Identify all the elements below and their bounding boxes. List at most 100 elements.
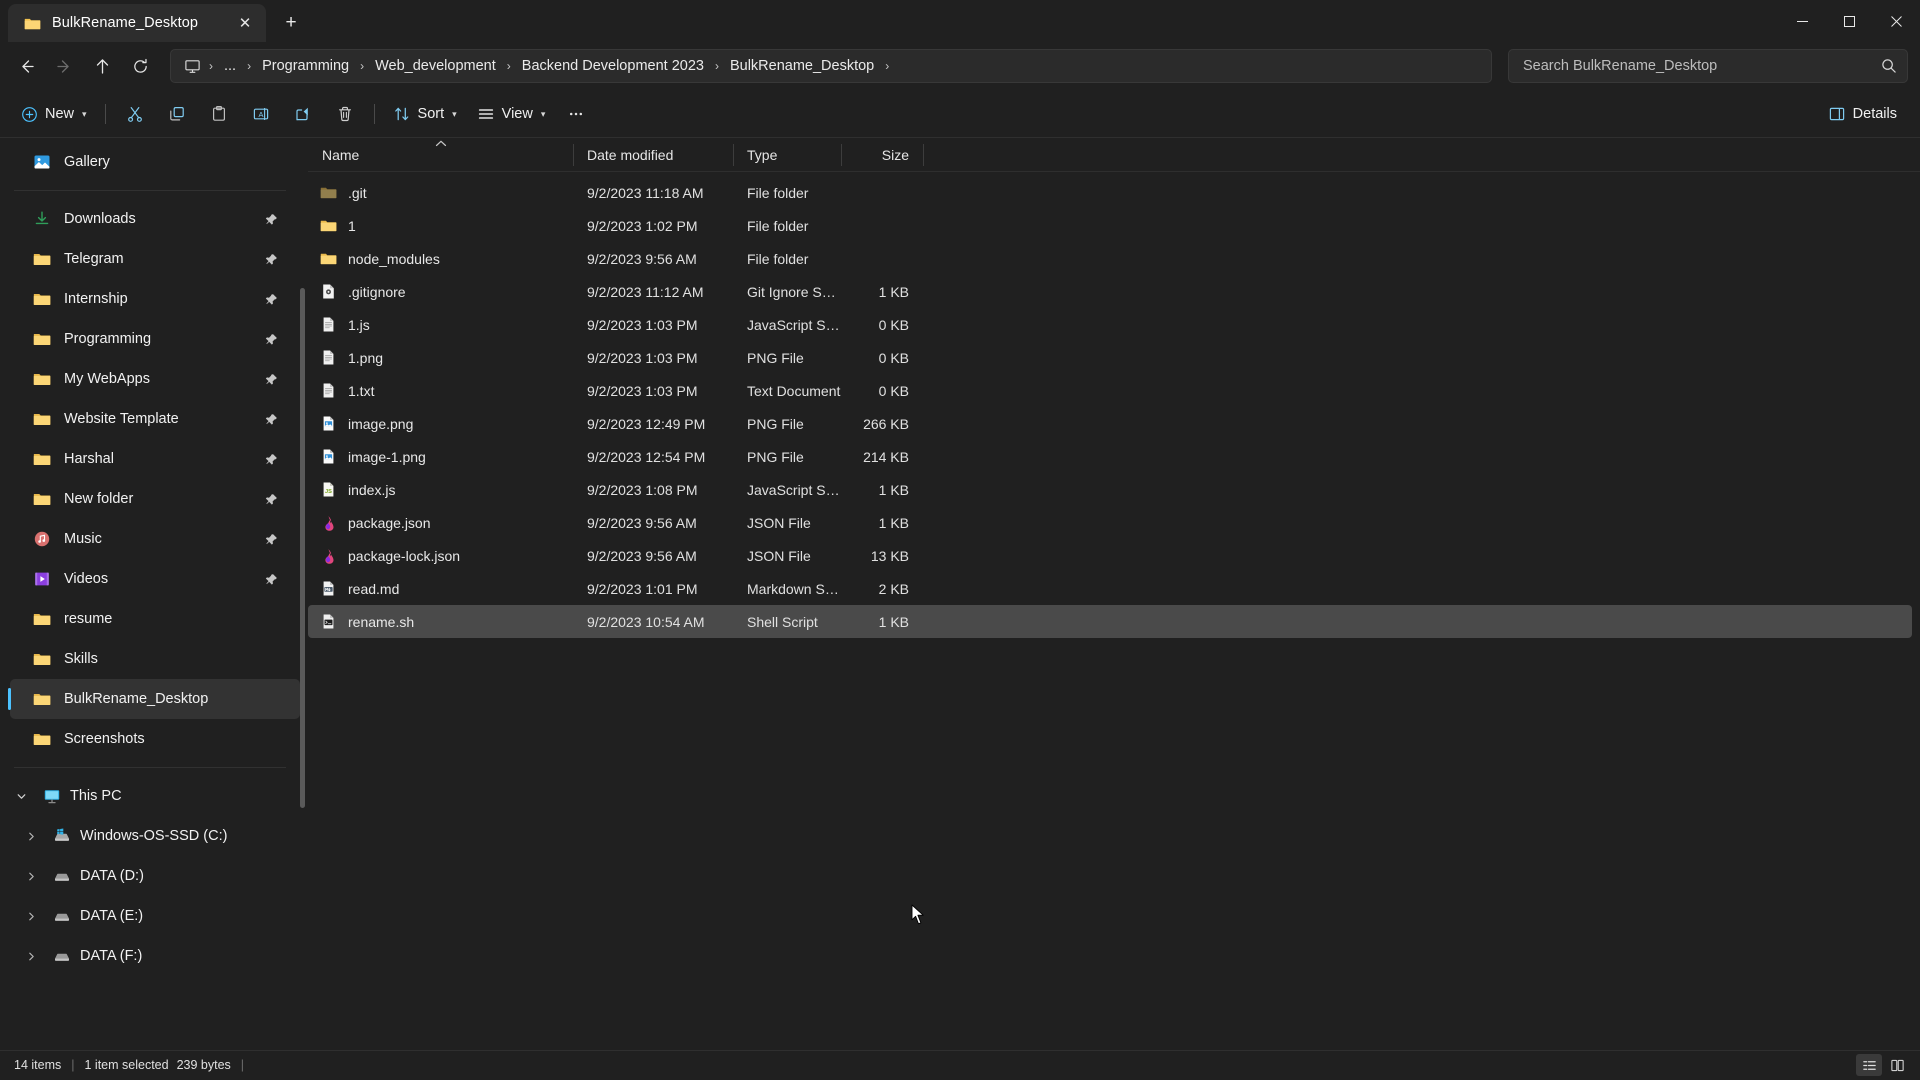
sidebar-item-internship[interactable]: Internship — [10, 279, 300, 319]
sidebar-item-this-pc[interactable]: This PC — [10, 776, 300, 816]
back-button[interactable] — [8, 49, 44, 83]
column-header-size[interactable]: Size — [841, 138, 923, 172]
pin-icon[interactable] — [265, 573, 278, 586]
sidebar-item-music[interactable]: Music — [10, 519, 300, 559]
table-row[interactable]: .gitignore 9/2/2023 11:12 AM Git Ignore … — [308, 275, 1912, 308]
column-header-extra[interactable] — [923, 138, 937, 172]
sort-button[interactable]: Sort ▾ — [384, 97, 466, 131]
table-row[interactable]: rename.sh 9/2/2023 10:54 AM Shell Script… — [308, 605, 1912, 638]
png-icon — [320, 448, 337, 465]
maximize-button[interactable] — [1826, 0, 1873, 42]
breadcrumb-item-web-development[interactable]: Web_development — [368, 54, 503, 78]
table-row[interactable]: .git 9/2/2023 11:18 AM File folder — [308, 176, 1912, 209]
refresh-button[interactable] — [122, 49, 158, 83]
sidebar-item-screenshots[interactable]: Screenshots — [10, 719, 300, 759]
sidebar-item-harshal[interactable]: Harshal — [10, 439, 300, 479]
close-icon[interactable]: ✕ — [232, 10, 258, 36]
file-type-cell: Markdown Source ... — [733, 581, 841, 597]
chevron-down-icon: ▾ — [82, 109, 87, 120]
rename-button[interactable]: A — [241, 97, 281, 131]
table-row[interactable]: 1.png 9/2/2023 1:03 PM PNG File 0 KB — [308, 341, 1912, 374]
sidebar-item-downloads[interactable]: Downloads — [10, 199, 300, 239]
table-row[interactable]: 1 9/2/2023 1:02 PM File folder — [308, 209, 1912, 242]
sidebar-item-label: Music — [64, 531, 102, 547]
pin-icon[interactable] — [265, 533, 278, 546]
see-more-button[interactable] — [556, 97, 596, 131]
share-button[interactable] — [283, 97, 323, 131]
file-date-cell: 9/2/2023 1:03 PM — [573, 383, 733, 399]
table-row[interactable]: package-lock.json 9/2/2023 9:56 AM JSON … — [308, 539, 1912, 572]
sidebar-item-data-d[interactable]: DATA (D:) — [10, 856, 300, 896]
chevron-right-icon[interactable] — [20, 831, 42, 842]
sidebar-item-data-f[interactable]: DATA (F:) — [10, 936, 300, 976]
chevron-down-icon[interactable] — [10, 791, 32, 802]
sidebar-item-gallery[interactable]: Gallery — [10, 142, 300, 182]
file-size-cell: 1 KB — [841, 614, 923, 630]
column-header-type[interactable]: Type — [733, 138, 841, 172]
table-row[interactable]: image.png 9/2/2023 12:49 PM PNG File 266… — [308, 407, 1912, 440]
breadcrumb-item-programming[interactable]: Programming — [255, 54, 356, 78]
sidebar-item-videos[interactable]: Videos — [10, 559, 300, 599]
sidebar-item-windows-os-ssd-c[interactable]: Windows-OS-SSD (C:) — [10, 816, 300, 856]
pin-icon[interactable] — [265, 253, 278, 266]
minimize-button[interactable] — [1779, 0, 1826, 42]
this-pc-icon[interactable] — [179, 58, 205, 75]
this-pc-icon — [42, 786, 62, 806]
tab-bulkrename-desktop[interactable]: BulkRename_Desktop ✕ — [8, 4, 266, 42]
column-header-name[interactable]: Name — [308, 138, 573, 172]
file-size-cell: 1 KB — [841, 482, 923, 498]
pin-icon[interactable] — [265, 213, 278, 226]
pin-icon[interactable] — [265, 373, 278, 386]
view-button[interactable]: View ▾ — [468, 97, 555, 131]
search-box[interactable] — [1508, 49, 1908, 83]
sidebar-item-bulkrename-desktop[interactable]: BulkRename_Desktop — [10, 679, 300, 719]
sidebar-item-telegram[interactable]: Telegram — [10, 239, 300, 279]
table-row[interactable]: node_modules 9/2/2023 9:56 AM File folde… — [308, 242, 1912, 275]
divider — [105, 104, 106, 124]
forward-button[interactable] — [46, 49, 82, 83]
pin-icon[interactable] — [265, 293, 278, 306]
cut-button[interactable] — [115, 97, 155, 131]
close-button[interactable] — [1873, 0, 1920, 42]
pin-icon[interactable] — [265, 413, 278, 426]
table-row[interactable]: 1.js 9/2/2023 1:03 PM JavaScript Source … — [308, 308, 1912, 341]
pin-icon[interactable] — [265, 453, 278, 466]
copy-button[interactable] — [157, 97, 197, 131]
details-view-button[interactable] — [1856, 1054, 1882, 1076]
sidebar-item-data-e[interactable]: DATA (E:) — [10, 896, 300, 936]
breadcrumb-item-backend-development-2023[interactable]: Backend Development 2023 — [515, 54, 711, 78]
table-row[interactable]: image-1.png 9/2/2023 12:54 PM PNG File 2… — [308, 440, 1912, 473]
search-icon[interactable] — [1881, 58, 1897, 74]
search-input[interactable] — [1523, 58, 1881, 74]
delete-button[interactable] — [325, 97, 365, 131]
sidebar-scrollbar[interactable] — [300, 288, 305, 808]
column-header-date-modified[interactable]: Date modified — [573, 138, 733, 172]
sidebar-item-new-folder[interactable]: New folder — [10, 479, 300, 519]
large-icons-view-button[interactable] — [1884, 1054, 1910, 1076]
breadcrumb-overflow[interactable]: ... — [217, 54, 243, 78]
breadcrumb-item-bulkrename-desktop[interactable]: BulkRename_Desktop — [723, 54, 881, 78]
sidebar-item-label: Gallery — [64, 154, 110, 170]
new-button[interactable]: New ▾ — [12, 97, 96, 131]
new-tab-button[interactable]: + — [274, 6, 308, 40]
chevron-right-icon[interactable] — [20, 951, 42, 962]
sidebar-item-skills[interactable]: Skills — [10, 639, 300, 679]
pin-icon[interactable] — [265, 493, 278, 506]
chevron-right-icon[interactable] — [20, 871, 42, 882]
sidebar-item-my-webapps[interactable]: My WebApps — [10, 359, 300, 399]
table-row[interactable]: 1.txt 9/2/2023 1:03 PM Text Document 0 K… — [308, 374, 1912, 407]
file-type-cell: Git Ignore Source ... — [733, 284, 841, 300]
paste-button[interactable] — [199, 97, 239, 131]
pin-icon[interactable] — [265, 333, 278, 346]
table-row[interactable]: read.md 9/2/2023 1:01 PM Markdown Source… — [308, 572, 1912, 605]
sidebar-item-website-template[interactable]: Website Template — [10, 399, 300, 439]
table-row[interactable]: package.json 9/2/2023 9:56 AM JSON File … — [308, 506, 1912, 539]
table-row[interactable]: JS index.js 9/2/2023 1:08 PM JavaScript … — [308, 473, 1912, 506]
breadcrumb[interactable]: › ... › Programming › Web_development › … — [170, 49, 1492, 83]
file-size-cell: 1 KB — [841, 284, 923, 300]
sidebar-item-resume[interactable]: resume — [10, 599, 300, 639]
chevron-right-icon[interactable] — [20, 911, 42, 922]
up-button[interactable] — [84, 49, 120, 83]
sidebar-item-programming[interactable]: Programming — [10, 319, 300, 359]
details-pane-button[interactable]: Details — [1819, 97, 1906, 131]
